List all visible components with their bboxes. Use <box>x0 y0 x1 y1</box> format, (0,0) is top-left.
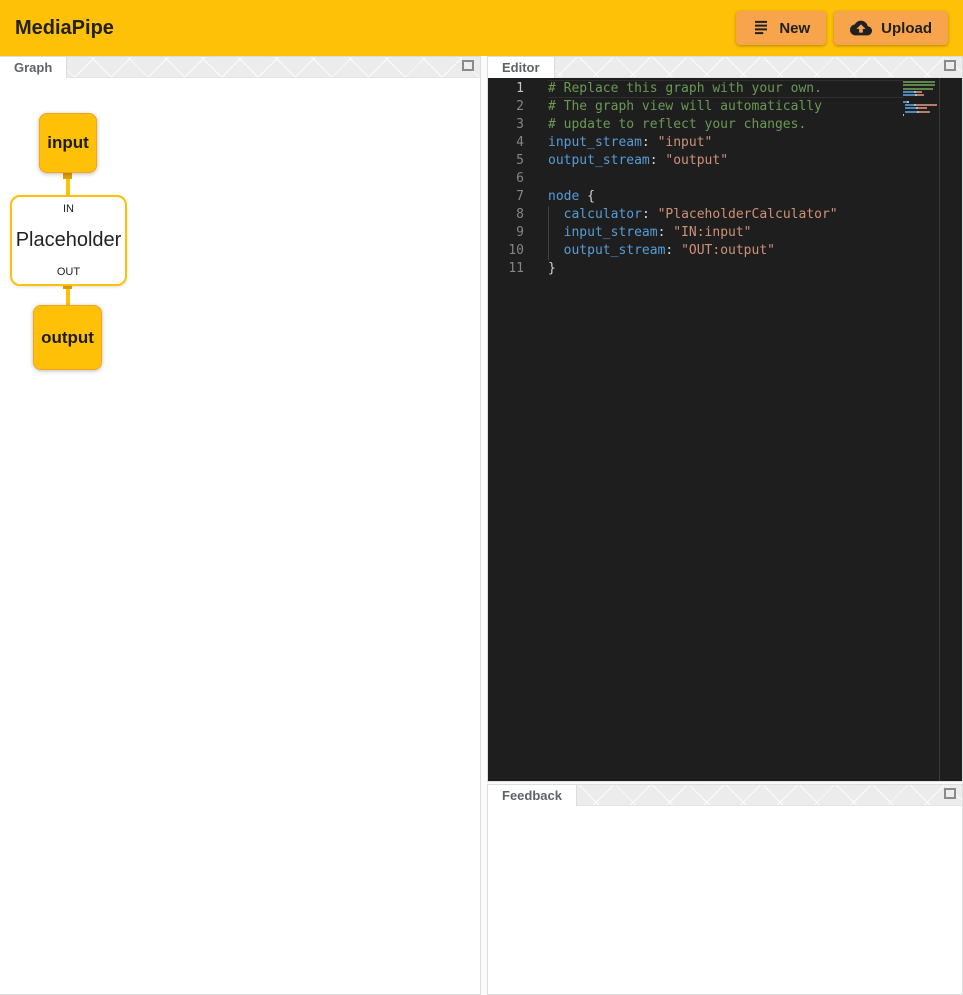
minimap-line <box>903 84 939 86</box>
minimap-line <box>903 101 939 103</box>
placeholder-title: Placeholder <box>16 229 122 252</box>
tab-graph[interactable]: Graph <box>0 57 67 78</box>
line-number: 5 <box>488 152 524 170</box>
placeholder-in-port-label: IN <box>63 203 74 215</box>
line-number: 10 <box>488 242 524 260</box>
node-input-label: input <box>47 133 89 153</box>
code-text: output_stream: "output" <box>548 152 728 170</box>
line-number: 8 <box>488 206 524 224</box>
upload-button[interactable]: Upload <box>834 11 948 45</box>
minimap-line <box>903 91 939 93</box>
line-number: 3 <box>488 116 524 134</box>
maximize-icon[interactable] <box>462 60 474 71</box>
minimap-line <box>903 81 939 83</box>
cloud-upload-icon <box>850 17 872 39</box>
graph-canvas[interactable]: input IN Placeholder OUT output <box>0 78 480 994</box>
node-input[interactable]: input <box>39 113 97 173</box>
feedback-panel: Feedback <box>487 784 963 995</box>
line-number: 6 <box>488 170 524 188</box>
tab-feedback[interactable]: Feedback <box>488 785 577 806</box>
editor-line[interactable]: 3 # update to reflect your changes. <box>488 116 962 134</box>
minimap-line <box>903 97 939 99</box>
new-button[interactable]: New <box>736 11 826 45</box>
code-text: input_stream: "IN:input" <box>548 224 752 242</box>
editor-line[interactable]: 5 output_stream: "output" <box>488 152 962 170</box>
line-number: 2 <box>488 98 524 116</box>
tab-editor[interactable]: Editor <box>488 57 555 78</box>
app-title: MediaPipe <box>15 17 114 40</box>
maximize-icon[interactable] <box>944 788 956 799</box>
editor-line[interactable]: 7 node { <box>488 188 962 206</box>
upload-button-label: Upload <box>881 20 932 37</box>
minimap-line <box>903 104 939 106</box>
node-output[interactable]: output <box>33 305 102 370</box>
feedback-tabstrip: Feedback <box>488 785 962 806</box>
editor-line[interactable]: 4 input_stream: "input" <box>488 134 962 152</box>
line-number: 4 <box>488 134 524 152</box>
maximize-icon[interactable] <box>944 60 956 71</box>
line-number: 11 <box>488 260 524 278</box>
editor-panel: Editor 1 # Replace this graph with your o… <box>487 56 963 782</box>
placeholder-out-port-label: OUT <box>57 266 80 278</box>
editor-line[interactable]: 8 calculator: "PlaceholderCalculator" <box>488 206 962 224</box>
new-button-label: New <box>779 20 810 37</box>
minimap-line <box>903 111 939 113</box>
graph-panel: Graph input IN Placeholder OUT output <box>0 56 481 995</box>
graph-tabstrip: Graph <box>0 57 480 78</box>
editor-line[interactable]: 9 input_stream: "IN:input" <box>488 224 962 242</box>
minimap-line <box>903 114 939 116</box>
minimap-line <box>903 107 939 109</box>
editor-tabstrip: Editor <box>488 57 962 78</box>
editor-line[interactable]: 2 # The graph view will automatically <box>488 98 962 116</box>
editor-line[interactable]: 6 <box>488 170 962 188</box>
editor-line[interactable]: 11} <box>488 260 962 278</box>
code-text: # Replace this graph with your own. <box>548 80 822 98</box>
editor-line[interactable]: 1 # Replace this graph with your own. <box>488 80 962 98</box>
subject-icon <box>752 19 770 37</box>
editor-code-rows: 1 # Replace this graph with your own. 2 # T… <box>488 78 962 278</box>
minimap-line <box>903 88 939 90</box>
code-editor[interactable]: 1 # Replace this graph with your own. 2 # T… <box>488 78 962 781</box>
node-placeholder[interactable]: IN Placeholder OUT <box>10 195 127 286</box>
code-text: node { <box>548 188 595 206</box>
code-text: input_stream: "input" <box>548 134 712 152</box>
editor-line[interactable]: 10 output_stream: "OUT:output" <box>488 242 962 260</box>
code-text: } <box>548 260 556 278</box>
node-output-label: output <box>41 328 94 348</box>
minimap-line <box>903 94 939 96</box>
line-number: 7 <box>488 188 524 206</box>
code-text: calculator: "PlaceholderCalculator" <box>548 206 838 224</box>
code-text: # The graph view will automatically <box>548 98 822 116</box>
minimap-right-border <box>939 78 940 781</box>
code-text: output_stream: "OUT:output" <box>548 242 775 260</box>
minimap[interactable] <box>903 81 939 117</box>
feedback-content[interactable] <box>488 806 962 994</box>
code-text: # update to reflect your changes. <box>548 116 806 134</box>
line-number: 1 <box>488 80 524 98</box>
app-header: MediaPipe New Upload <box>0 0 963 56</box>
line-number: 9 <box>488 224 524 242</box>
